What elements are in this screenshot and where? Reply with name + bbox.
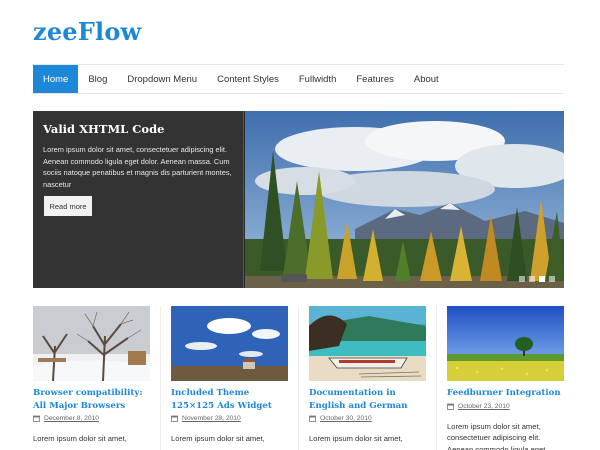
slider-dot-3[interactable] bbox=[539, 276, 545, 282]
slide-description: Lorem ipsum dolor sit amet, consectetuer… bbox=[43, 145, 232, 189]
post-title[interactable]: Feedburner Integration bbox=[447, 387, 564, 400]
post-card: Browser compatibility: All Major Browser… bbox=[33, 306, 150, 445]
column-divider bbox=[298, 306, 299, 450]
slider-dot-4[interactable] bbox=[549, 276, 555, 282]
post-date: November 28, 2010 bbox=[171, 415, 288, 422]
nav-item-home[interactable]: Home bbox=[33, 65, 79, 93]
post-card: Included Theme 125×125 Ads Widget Novemb… bbox=[171, 306, 288, 445]
post-date: December 8, 2010 bbox=[33, 415, 150, 422]
post-date: October 23, 2010 bbox=[447, 403, 564, 410]
post-thumbnail-green-field[interactable] bbox=[447, 306, 564, 381]
calendar-icon bbox=[171, 415, 178, 422]
nav-item-dropdown-menu[interactable]: Dropdown Menu bbox=[117, 65, 207, 93]
slider-dot-1[interactable] bbox=[519, 276, 525, 282]
nav-item-fullwidth[interactable]: Fullwidth bbox=[289, 65, 347, 93]
column-divider bbox=[436, 306, 437, 450]
post-excerpt: Lorem ipsum dolor sit amet, bbox=[33, 434, 127, 443]
column-divider bbox=[160, 306, 161, 450]
slider-pagination bbox=[519, 276, 555, 282]
nav-item-content-styles[interactable]: Content Styles bbox=[207, 65, 289, 93]
slide-image-mountain-forest[interactable] bbox=[245, 111, 564, 288]
post-date-link[interactable]: October 23, 2010 bbox=[458, 403, 510, 410]
calendar-icon bbox=[309, 415, 316, 422]
nav-item-blog[interactable]: Blog bbox=[78, 65, 117, 93]
post-thumbnail-winter-trees[interactable] bbox=[33, 306, 150, 381]
post-excerpt: Lorem ipsum dolor sit amet, consectetuer… bbox=[447, 421, 546, 450]
post-excerpt: Lorem ipsum dolor sit amet, bbox=[171, 434, 265, 443]
post-card: Documentation in English and German Octo… bbox=[309, 306, 426, 445]
nav-item-about[interactable]: About bbox=[404, 65, 449, 93]
post-thumbnail-beach-boat[interactable] bbox=[309, 306, 426, 381]
post-date-link[interactable]: December 8, 2010 bbox=[44, 415, 99, 422]
post-title[interactable]: Documentation in English and German bbox=[309, 387, 426, 412]
post-title[interactable]: Browser compatibility: All Major Browser… bbox=[33, 387, 150, 412]
post-card: Feedburner Integration October 23, 2010 … bbox=[447, 306, 564, 450]
post-date: October 30, 2010 bbox=[309, 415, 426, 422]
post-title[interactable]: Included Theme 125×125 Ads Widget bbox=[171, 387, 288, 412]
calendar-icon bbox=[33, 415, 40, 422]
calendar-icon bbox=[447, 403, 454, 410]
main-nav: Home Blog Dropdown Menu Content Styles F… bbox=[33, 64, 564, 94]
featured-slider: Valid XHTML Code Lorem ipsum dolor sit a… bbox=[33, 111, 564, 288]
post-date-link[interactable]: November 28, 2010 bbox=[182, 415, 241, 422]
slide-title[interactable]: Valid XHTML Code bbox=[43, 122, 233, 136]
read-more-button[interactable]: Read more bbox=[44, 196, 92, 216]
slider-dot-2[interactable] bbox=[529, 276, 535, 282]
nav-item-features[interactable]: Features bbox=[346, 65, 404, 93]
post-thumbnail-sky-field[interactable] bbox=[171, 306, 288, 381]
post-date-link[interactable]: October 30, 2010 bbox=[320, 415, 372, 422]
post-excerpt: Lorem ipsum dolor sit amet, bbox=[309, 434, 403, 443]
site-title[interactable]: zeeFlow bbox=[33, 17, 141, 46]
recent-posts: Browser compatibility: All Major Browser… bbox=[33, 306, 564, 450]
slide-caption: Valid XHTML Code Lorem ipsum dolor sit a… bbox=[33, 111, 244, 288]
